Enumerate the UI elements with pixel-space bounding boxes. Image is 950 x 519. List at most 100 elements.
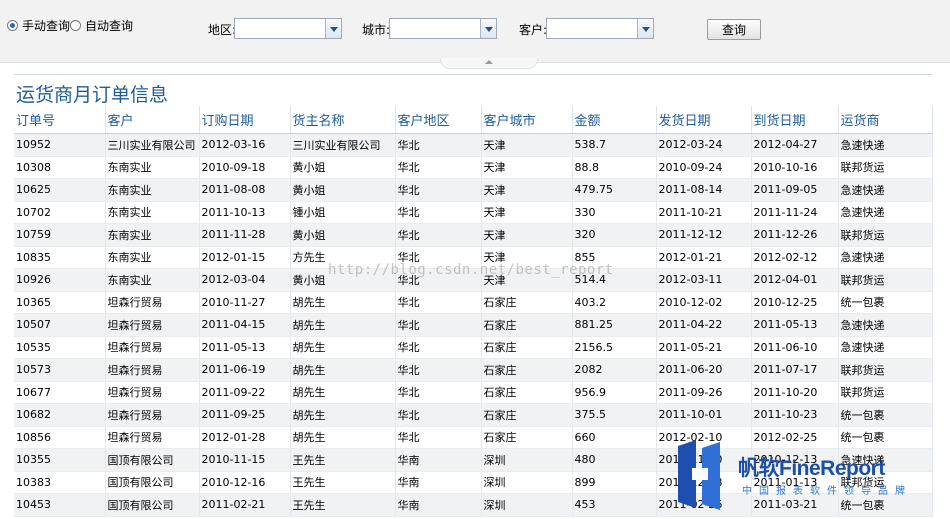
table-cell: 胡先生 <box>290 336 396 359</box>
table-cell: 479.75 <box>572 178 657 202</box>
table-cell: 石家庄 <box>481 381 573 404</box>
collapse-toolbar-handle[interactable] <box>440 58 538 69</box>
table-cell: 东南实业 <box>105 268 200 292</box>
table-cell: 胡先生 <box>290 426 396 449</box>
table-cell: 坦森行贸易 <box>105 381 200 404</box>
table-cell: 急速快递 <box>838 178 933 202</box>
table-cell: 10383 <box>14 471 106 494</box>
table-cell: 深圳 <box>481 448 573 472</box>
table-cell: 10682 <box>14 403 106 427</box>
table-cell: 2011-12-26 <box>751 223 839 247</box>
table-cell: 2082 <box>572 358 657 382</box>
table-cell: 10453 <box>14 493 106 517</box>
chevron-down-icon[interactable] <box>325 19 341 38</box>
table-cell: 深圳 <box>481 471 573 494</box>
table-cell: 320 <box>572 223 657 247</box>
table-cell: 联邦货运 <box>838 268 933 292</box>
column-header: 订单号 <box>14 106 106 134</box>
table-cell: 国顶有限公司 <box>105 493 200 517</box>
table-cell: 2010-11-15 <box>199 448 291 472</box>
table-cell: 2011-08-14 <box>656 178 752 202</box>
table-row: 10952 三川实业有限公司 2012-03-16 三川实业有限公司 华北 天津 538.7… <box>14 133 933 157</box>
report-title: 运货商月订单信息 <box>16 84 169 106</box>
table-cell: 10625 <box>14 178 106 202</box>
radio-auto-query[interactable]: 自动查询 <box>70 17 133 34</box>
table-cell: 华北 <box>395 336 482 359</box>
city-select[interactable] <box>389 18 497 39</box>
table-cell: 黄小姐 <box>290 178 396 202</box>
table-cell: 2010-12-02 <box>656 291 752 314</box>
table-cell: 2011-11-24 <box>751 201 839 224</box>
table-cell: 天津 <box>481 201 573 224</box>
table-cell: 2011-10-23 <box>751 403 839 427</box>
table-cell: 2012-02-12 <box>751 246 839 269</box>
table-cell: 联邦货运 <box>838 156 933 179</box>
table-cell: 石家庄 <box>481 426 573 449</box>
customer-select[interactable] <box>546 18 654 39</box>
table-cell: 急速快递 <box>838 246 933 269</box>
table-cell: 华南 <box>395 471 482 494</box>
table-cell: 联邦货运 <box>838 358 933 382</box>
radio-manual-query[interactable]: 手动查询 <box>7 17 70 34</box>
table-cell: 2011-05-21 <box>656 336 752 359</box>
table-row: 10308 东南实业 2010-09-18 黄小姐 华北 天津 88.8 2010-09-24… <box>14 156 933 179</box>
table-cell: 2011-09-25 <box>199 403 291 427</box>
table-cell: 急速快递 <box>838 313 933 337</box>
column-header: 运货商 <box>838 106 933 134</box>
table-row: 10507 坦森行贸易 2011-04-15 胡先生 华北 石家庄 881.25 2011-0… <box>14 313 933 337</box>
table-cell: 华北 <box>395 178 482 202</box>
table-cell: 联邦货运 <box>838 223 933 247</box>
table-row: 10625 东南实业 2011-08-08 黄小姐 华北 天津 479.75 2011-08-… <box>14 178 933 202</box>
table-cell: 10507 <box>14 313 106 337</box>
table-cell: 956.9 <box>572 381 657 404</box>
table-cell: 华北 <box>395 133 482 157</box>
table-cell: 10573 <box>14 358 106 382</box>
column-header: 订购日期 <box>199 106 291 134</box>
query-button[interactable]: 查询 <box>707 19 761 40</box>
chevron-down-icon[interactable] <box>637 19 653 38</box>
table-cell: 2010-12-25 <box>751 291 839 314</box>
logo-brand-text: 帆软FineReport <box>738 457 885 480</box>
table-cell: 330 <box>572 201 657 224</box>
column-header: 客户 <box>105 106 200 134</box>
table-cell: 胡先生 <box>290 358 396 382</box>
table-cell: 899 <box>572 471 657 494</box>
region-select[interactable] <box>234 18 342 39</box>
table-row: 10682 坦森行贸易 2011-09-25 胡先生 华北 石家庄 375.5 2011-10… <box>14 403 933 427</box>
radio-unchecked-icon[interactable] <box>70 20 81 31</box>
table-cell: 2011-10-01 <box>656 403 752 427</box>
table-cell: 2012-03-16 <box>199 133 291 157</box>
chevron-down-icon[interactable] <box>480 19 496 38</box>
table-cell: 660 <box>572 426 657 449</box>
table-cell: 10952 <box>14 133 106 157</box>
table-cell: 2010-11-27 <box>199 291 291 314</box>
table-cell: 2011-06-20 <box>656 358 752 382</box>
table-cell: 2012-03-24 <box>656 133 752 157</box>
report-divider <box>14 74 932 75</box>
radio-checked-icon[interactable] <box>7 20 18 31</box>
table-cell: 881.25 <box>572 313 657 337</box>
table-cell: 2011-04-22 <box>656 313 752 337</box>
table-cell: 10355 <box>14 448 106 472</box>
table-header-row: 订单号 客户 订购日期 货主名称 客户地区 客户城市 金额 发货日期 到货日期 … <box>14 106 933 134</box>
table-cell: 华北 <box>395 223 482 247</box>
table-cell: 国顶有限公司 <box>105 471 200 494</box>
table-cell: 锺小姐 <box>290 201 396 224</box>
table-cell: 华南 <box>395 448 482 472</box>
table-cell: 10835 <box>14 246 106 269</box>
column-header: 货主名称 <box>290 106 396 134</box>
table-cell: 2012-03-04 <box>199 268 291 292</box>
table-cell: 480 <box>572 448 657 472</box>
table-cell: 王先生 <box>290 448 396 472</box>
query-toolbar: 手动查询 自动查询 地区: 城市: 客户: 查询 <box>0 0 950 63</box>
table-cell: 2011-07-17 <box>751 358 839 382</box>
table-cell: 403.2 <box>572 291 657 314</box>
table-cell: 东南实业 <box>105 156 200 179</box>
table-cell: 10677 <box>14 381 106 404</box>
table-cell: 王先生 <box>290 471 396 494</box>
table-cell: 天津 <box>481 223 573 247</box>
table-cell: 88.8 <box>572 156 657 179</box>
table-cell: 2011-06-10 <box>751 336 839 359</box>
table-cell: 2011-06-19 <box>199 358 291 382</box>
table-row: 10573 坦森行贸易 2011-06-19 胡先生 华北 石家庄 2082 2011-06-… <box>14 358 933 382</box>
